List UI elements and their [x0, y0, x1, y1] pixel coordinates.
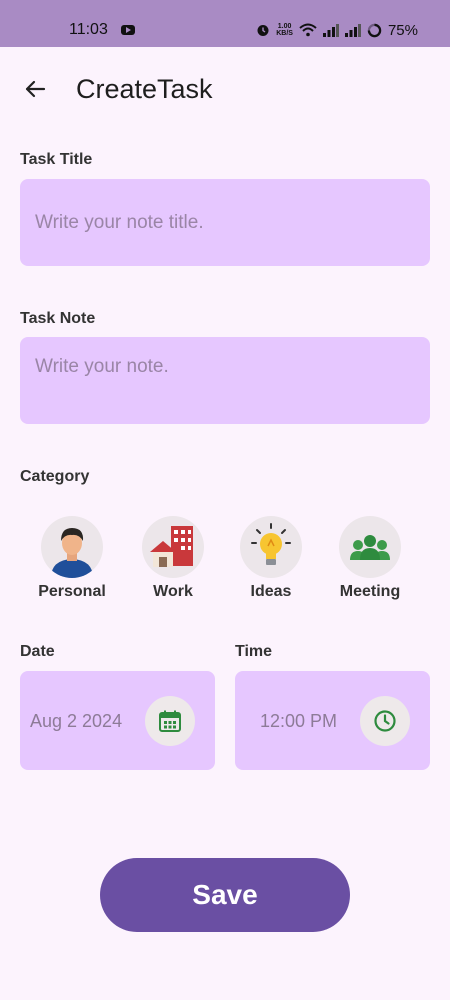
status-bar: 11:03 1.00 KB/S 75% [0, 0, 450, 47]
signal-icon-sim1 [322, 23, 339, 37]
calendar-icon [159, 710, 181, 732]
date-picker-field[interactable]: Aug 2 2024 [20, 671, 215, 770]
category-meeting-label: Meeting [339, 583, 401, 600]
arrow-back-icon [25, 80, 46, 98]
task-note-label: Task Note [20, 310, 96, 327]
category-ideas[interactable]: Ideas [226, 515, 316, 601]
category-meeting[interactable]: Meeting [325, 515, 415, 601]
category-work-label: Work [153, 583, 193, 600]
network-speed-value: 1.00 [277, 23, 292, 30]
time-value: 12:00 PM [260, 711, 338, 731]
date-label: Date [20, 643, 55, 660]
time-picker-field[interactable]: 12:00 PM [235, 671, 430, 770]
network-speed: 1.00 KB/S [276, 23, 293, 37]
person-icon [41, 516, 103, 578]
status-time: 11:03 [69, 21, 108, 38]
save-button[interactable]: Save [100, 858, 350, 932]
category-work[interactable]: Work [128, 515, 218, 601]
battery-ring-icon [367, 23, 382, 37]
calendar-button[interactable] [145, 696, 195, 746]
alarm-icon [257, 25, 269, 36]
group-icon [339, 516, 401, 578]
lightbulb-icon [240, 516, 302, 578]
clock-icon [374, 710, 396, 732]
status-icons: 1.00 KB/S 75% [256, 20, 418, 40]
app-bar: CreateTask [0, 47, 450, 131]
clock-button[interactable] [360, 696, 410, 746]
category-selector: Personal Work Ideas Meeting [0, 515, 450, 605]
category-ideas-label: Ideas [250, 583, 292, 600]
signal-icon-sim2 [344, 23, 361, 37]
buildings-icon [142, 516, 204, 578]
task-title-input[interactable] [20, 179, 430, 266]
category-personal-label: Personal [38, 583, 106, 600]
battery-percent: 75% [387, 21, 418, 39]
network-speed-unit: KB/S [276, 30, 293, 37]
category-personal[interactable]: Personal [27, 515, 117, 601]
wifi-icon [299, 23, 317, 37]
category-label: Category [20, 468, 90, 485]
time-label: Time [235, 643, 273, 660]
task-title-label: Task Title [20, 151, 93, 168]
page-title: CreateTask [76, 74, 213, 104]
back-button[interactable] [20, 74, 50, 104]
youtube-notification-icon [121, 25, 135, 35]
date-value: Aug 2 2024 [30, 711, 123, 731]
task-note-input[interactable] [20, 337, 430, 424]
